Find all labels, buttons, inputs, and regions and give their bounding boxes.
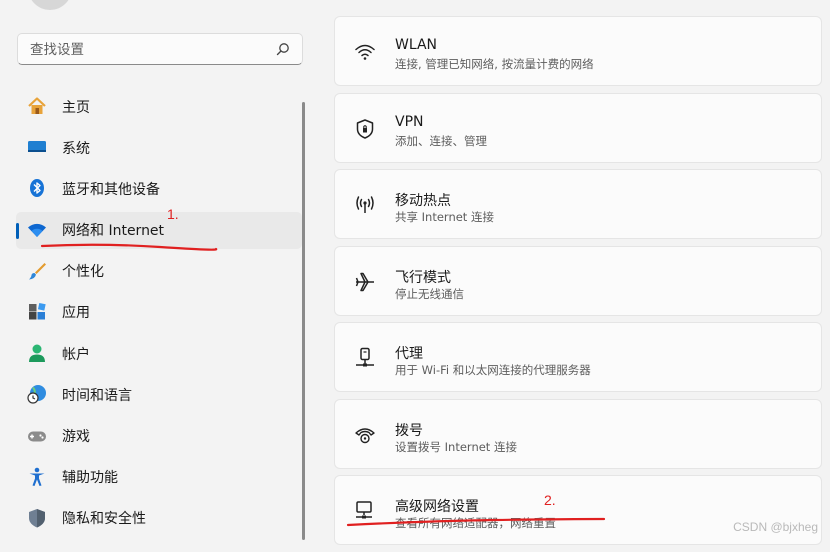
card-title: WLAN bbox=[395, 37, 438, 53]
sidebar-item-privacy[interactable]: 隐私和安全性 bbox=[16, 500, 302, 537]
vpn-shield-icon bbox=[356, 118, 374, 139]
card-title: 拨号 bbox=[395, 422, 423, 439]
sidebar-item-label: 主页 bbox=[62, 99, 90, 116]
sidebar-item-home[interactable]: 主页 bbox=[16, 88, 302, 125]
settings-list: WLAN 连接, 管理已知网络, 按流量计费的网络 VPN 添加、连接、管理 移… bbox=[334, 16, 822, 552]
sidebar-item-gaming[interactable]: 游戏 bbox=[16, 418, 302, 455]
sidebar-nav: 主页 系统 蓝牙和其他设备 网络和 Internet 个性化 应用 帐户 时间和… bbox=[16, 88, 302, 541]
account-icon bbox=[29, 344, 45, 363]
brush-icon bbox=[29, 262, 46, 280]
sidebar-item-apps[interactable]: 应用 bbox=[16, 294, 302, 331]
sidebar-item-label: 个性化 bbox=[62, 264, 104, 281]
accessibility-icon bbox=[29, 467, 45, 486]
sidebar-item-time-language[interactable]: 时间和语言 bbox=[16, 376, 302, 413]
bluetooth-icon bbox=[30, 179, 44, 198]
card-subtitle: 用于 Wi-Fi 和以太网连接的代理服务器 bbox=[395, 363, 591, 377]
card-subtitle: 添加、连接、管理 bbox=[395, 133, 487, 148]
search-icon[interactable] bbox=[276, 42, 290, 56]
sidebar-item-system[interactable]: 系统 bbox=[16, 129, 302, 166]
hotspot-icon bbox=[356, 196, 374, 213]
sidebar-scrollbar[interactable] bbox=[302, 102, 305, 540]
sidebar-item-label: 帐户 bbox=[62, 346, 90, 363]
sidebar-item-label: 网络和 Internet bbox=[62, 223, 165, 240]
card-title: 飞行模式 bbox=[395, 269, 451, 286]
sidebar-item-bluetooth[interactable]: 蓝牙和其他设备 bbox=[16, 170, 302, 207]
gamepad-icon bbox=[28, 431, 46, 441]
annotation-label-1: 1. bbox=[167, 206, 179, 222]
airplane-icon bbox=[355, 272, 374, 291]
watermark: CSDN @bjxheg bbox=[733, 520, 818, 534]
card-subtitle: 连接, 管理已知网络, 按流量计费的网络 bbox=[395, 57, 594, 71]
card-title: 代理 bbox=[395, 346, 423, 362]
shield-icon bbox=[29, 508, 45, 528]
card-subtitle: 设置拨号 Internet 连接 bbox=[395, 439, 517, 454]
wifi-icon bbox=[28, 223, 46, 237]
annotation-underline-2 bbox=[346, 517, 606, 527]
settings-card-vpn[interactable]: VPN 添加、连接、管理 bbox=[334, 92, 822, 163]
sidebar-item-accessibility[interactable]: 辅助功能 bbox=[16, 459, 302, 496]
dialup-icon bbox=[355, 427, 375, 443]
settings-card-hotspot[interactable]: 移动热点 共享 Internet 连接 bbox=[334, 169, 822, 239]
sidebar-item-label: 时间和语言 bbox=[62, 387, 132, 404]
card-title: VPN bbox=[395, 113, 424, 130]
sidebar-item-personalization[interactable]: 个性化 bbox=[16, 253, 302, 290]
annotation-label-2: 2. bbox=[544, 492, 556, 508]
card-subtitle: 停止无线通信 bbox=[395, 286, 464, 301]
wifi-icon bbox=[355, 44, 375, 60]
sidebar-item-accounts[interactable]: 帐户 bbox=[16, 335, 302, 372]
sidebar-item-label: 应用 bbox=[62, 305, 90, 322]
apps-icon bbox=[29, 302, 46, 320]
settings-card-advanced-network[interactable]: 高级网络设置 查看所有网络适配器，网络重置 bbox=[334, 475, 822, 545]
sidebar-item-label: 蓝牙和其他设备 bbox=[62, 181, 160, 198]
sidebar-item-label: 隐私和安全性 bbox=[62, 511, 146, 528]
search-box[interactable] bbox=[17, 33, 303, 66]
sidebar-item-label: 系统 bbox=[62, 140, 90, 157]
system-icon bbox=[28, 141, 46, 153]
avatar[interactable] bbox=[28, 0, 72, 10]
time-language-icon bbox=[27, 385, 46, 404]
card-title: 高级网络设置 bbox=[395, 499, 479, 515]
settings-card-airplane[interactable]: 飞行模式 停止无线通信 bbox=[334, 245, 822, 316]
card-title: 移动热点 bbox=[395, 193, 451, 209]
sidebar-item-label: 游戏 bbox=[62, 429, 90, 445]
settings-card-proxy[interactable]: 代理 用于 Wi-Fi 和以太网连接的代理服务器 bbox=[334, 322, 822, 392]
sidebar-item-label: 辅助功能 bbox=[62, 470, 118, 487]
annotation-underline-1 bbox=[40, 243, 218, 251]
proxy-icon bbox=[356, 347, 374, 367]
search-input[interactable] bbox=[28, 34, 272, 66]
settings-card-wlan[interactable]: WLAN 连接, 管理已知网络, 按流量计费的网络 bbox=[334, 16, 822, 86]
settings-card-dialup[interactable]: 拨号 设置拨号 Internet 连接 bbox=[334, 398, 822, 469]
card-subtitle: 共享 Internet 连接 bbox=[395, 210, 494, 224]
home-icon bbox=[28, 97, 46, 114]
